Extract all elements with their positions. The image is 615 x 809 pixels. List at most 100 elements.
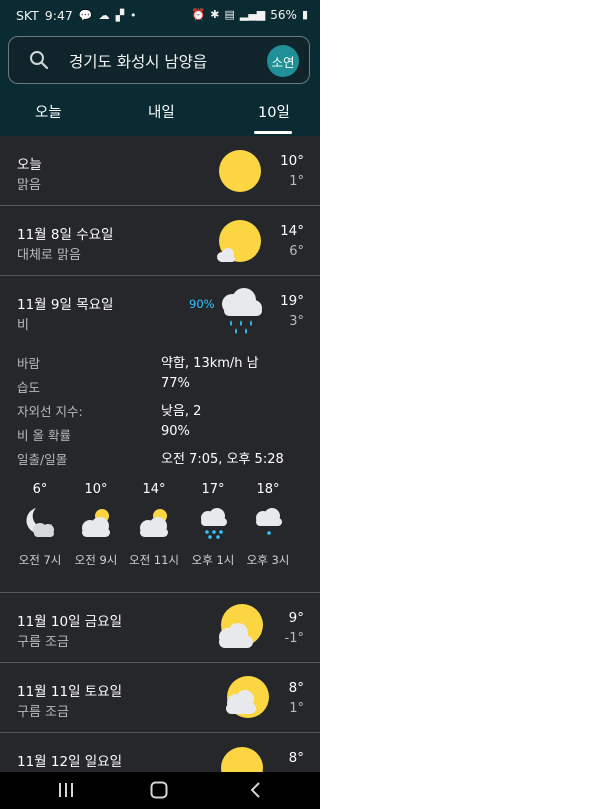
day-low: 6° — [289, 244, 304, 259]
hourly-forecast-strip[interactable]: 6° 오전 7시 10° 오전 9시 14° 오전 11시 17° 오후 1시 … — [0, 482, 320, 572]
day-date: 오늘 — [17, 157, 42, 173]
hourly-item: 10° 오전 9시 — [66, 482, 126, 568]
detail-key: 일출/일몰 — [17, 452, 68, 467]
home-icon[interactable] — [149, 780, 169, 800]
alarm-icon: ⏰ — [191, 8, 206, 21]
day-high: 10° — [280, 153, 304, 169]
tab-indicator — [254, 131, 292, 134]
day-row-nov-11[interactable]: 11월 11일 토요일 구름 조금 8° 1° — [0, 663, 320, 733]
day-high: 8° — [288, 680, 304, 696]
day-low: 1° — [289, 174, 304, 189]
detail-key: 습도 — [17, 380, 41, 395]
hourly-temp: 17° — [201, 482, 225, 497]
day-condition: 맑음 — [17, 178, 41, 193]
tab-tomorrow[interactable]: 내일 — [148, 101, 175, 122]
detail-key: 자외선 지수: — [17, 404, 83, 419]
partly-cloudy-icon — [219, 604, 263, 648]
hourly-time: 오전 11시 — [128, 553, 180, 567]
day-date: 11월 8일 수요일 — [17, 227, 114, 243]
day-high: 8° — [288, 750, 304, 766]
header: SKT 9:47 💬 ☁ ▞ • ⏰ ✱ ▤ ▂▄▆ 56% ▮ 경기도 화성시 — [0, 0, 320, 136]
day-details: 바람 약함, 13km/h 남 습도 77% 자외선 지수: 낮음, 2 비 올… — [0, 350, 320, 470]
detail-key: 비 올 확률 — [17, 428, 71, 443]
detail-row-wind: 바람 약함, 13km/h 남 — [0, 350, 320, 374]
phone-screen: SKT 9:47 💬 ☁ ▞ • ⏰ ✱ ▤ ▂▄▆ 56% ▮ 경기도 화성시 — [0, 0, 320, 809]
day-row-nov-9-expanded[interactable]: 11월 9일 목요일 비 90% 19° 3° 바람 약함, 13km/h 남 — [0, 276, 320, 593]
status-left: SKT 9:47 💬 ☁ ▞ • — [16, 8, 137, 23]
day-low: -1° — [284, 631, 304, 646]
tab-today[interactable]: 오늘 — [35, 101, 62, 122]
search-icon[interactable] — [29, 50, 49, 70]
avatar[interactable]: 소연 — [267, 45, 299, 77]
location-search-bar[interactable]: 경기도 화성시 남양읍 소연 — [8, 36, 310, 84]
detail-row-rain-chance: 비 올 확률 90% — [0, 422, 320, 446]
moon-cloud-icon — [26, 508, 54, 537]
hourly-time: 오전 7시 — [18, 553, 62, 567]
day-condition: 비 — [17, 318, 29, 333]
detail-row-sunrise-sunset: 일출/일몰 오전 7:05, 오후 5:28 — [0, 446, 320, 470]
sunny-icon — [219, 150, 261, 192]
partly-cloudy-icon — [82, 509, 110, 537]
day-condition: 구름 조금 — [17, 705, 69, 720]
detail-value: 77% — [161, 376, 190, 391]
battery-label: 56% — [270, 8, 297, 22]
day-low: 1° — [289, 701, 304, 716]
day-date: 11월 9일 목요일 — [17, 297, 114, 313]
day-high: 19° — [280, 293, 304, 309]
precip-chance: 90% — [189, 297, 215, 311]
day-low: 3° — [289, 314, 304, 329]
day-row-today[interactable]: 오늘 맑음 10° 1° — [0, 136, 320, 206]
battery-icon: ▮ — [301, 8, 308, 21]
detail-key: 바람 — [17, 356, 41, 371]
carrier-label: SKT — [16, 8, 39, 23]
recent-apps-icon[interactable] — [56, 780, 76, 800]
hourly-time: 오후 1시 — [191, 553, 235, 567]
detail-row-uv-index: 자외선 지수: 낮음, 2 — [0, 398, 320, 422]
time-label: 9:47 — [44, 8, 73, 23]
hourly-item: 6° 오전 7시 — [10, 482, 70, 568]
day-date: 11월 10일 금요일 — [17, 614, 123, 630]
detail-value: 오전 7:05, 오후 5:28 — [161, 452, 284, 467]
hourly-time: 오전 9시 — [74, 553, 118, 567]
chat-icon: 💬 — [78, 8, 93, 22]
hourly-item: 18° 오후 3시 — [238, 482, 298, 568]
hourly-item: 14° 오전 11시 — [124, 482, 184, 568]
day-row-nov-10[interactable]: 11월 10일 금요일 구름 조금 9° -1° — [0, 593, 320, 663]
hourly-temp: 18° — [256, 482, 280, 497]
detail-value: 약함, 13km/h 남 — [161, 356, 259, 371]
system-nav-bar — [0, 772, 320, 809]
light-rain-icon — [256, 508, 282, 535]
flipboard-icon: ▞ — [115, 8, 125, 22]
partly-cloudy-icon — [140, 509, 168, 537]
daily-forecast-list: 오늘 맑음 10° 1° 11월 8일 수요일 대체로 맑음 14° 6° 11… — [0, 136, 320, 803]
hourly-item: 17° 오후 1시 — [183, 482, 243, 568]
day-high: 9° — [288, 610, 304, 626]
dot-icon: • — [130, 8, 137, 22]
status-right: ⏰ ✱ ▤ ▂▄▆ 56% ▮ — [192, 8, 308, 22]
location-text[interactable]: 경기도 화성시 남양읍 — [69, 50, 207, 72]
hourly-temp: 14° — [142, 482, 166, 497]
bluetooth-icon: ✱ — [210, 8, 220, 21]
day-row-nov-8[interactable]: 11월 8일 수요일 대체로 맑음 14° 6° — [0, 206, 320, 276]
rain-icon — [201, 508, 227, 539]
day-date: 11월 11일 토요일 — [17, 684, 123, 700]
hourly-time: 오후 3시 — [246, 553, 290, 567]
day-date: 11월 12일 일요일 — [17, 754, 123, 770]
hourly-temp: 6° — [32, 482, 48, 497]
forecast-tabs: 오늘 내일 10일 — [0, 98, 320, 136]
detail-value: 90% — [161, 424, 190, 439]
back-icon[interactable] — [246, 780, 266, 800]
tab-10-day[interactable]: 10일 — [258, 101, 290, 122]
day-condition: 구름 조금 — [17, 635, 69, 650]
detail-value: 낮음, 2 — [161, 404, 202, 419]
day-condition: 대체로 맑음 — [17, 248, 81, 263]
hourly-temp: 10° — [84, 482, 108, 497]
detail-row-humidity: 습도 77% — [0, 374, 320, 398]
partly-cloudy-icon — [226, 676, 269, 718]
day-high: 14° — [280, 223, 304, 239]
volte-icon: ▤ — [224, 8, 235, 21]
signal-icon: ▂▄▆ — [239, 8, 266, 21]
rain-icon — [222, 288, 262, 334]
cloud-icon: ☁ — [98, 8, 110, 22]
mostly-sunny-icon — [217, 220, 261, 262]
